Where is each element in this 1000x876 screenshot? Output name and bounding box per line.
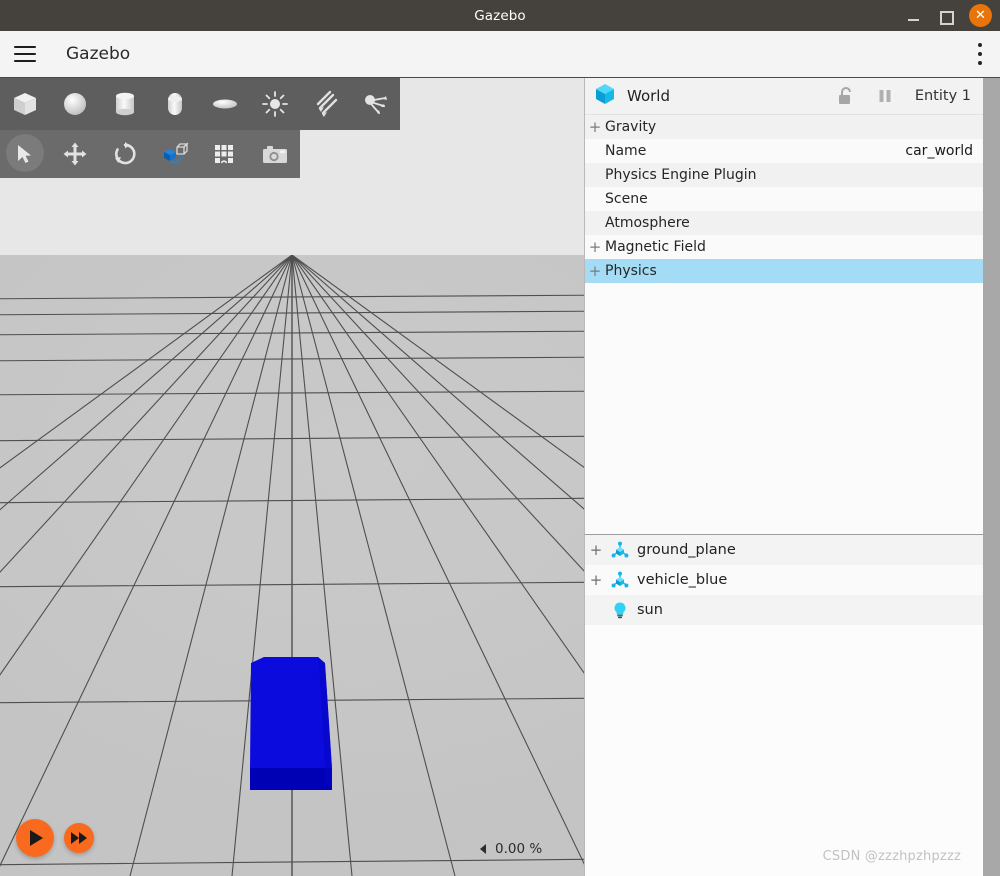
tree-row-ground-plane[interactable]: + ground_plane [585, 535, 983, 565]
expander-icon[interactable]: + [585, 543, 607, 558]
rotate-icon[interactable] [100, 130, 150, 178]
ground-grid [0, 255, 584, 876]
minimize-icon[interactable] [905, 7, 923, 25]
expander-icon[interactable]: + [585, 240, 605, 255]
kebab-menu-icon[interactable] [977, 43, 983, 65]
step-forward-icon-second [79, 832, 87, 844]
transform-control-icon[interactable] [150, 130, 200, 178]
tool-toolbar [0, 130, 300, 178]
pause-icon[interactable] [877, 88, 893, 104]
maximize-icon[interactable] [937, 7, 955, 25]
light-bulb-icon [607, 600, 633, 620]
world-properties-panel: World Entity 1 + Gravity [584, 78, 983, 876]
entity-tree: + ground_plane [585, 535, 983, 625]
select-arrow-icon[interactable] [0, 130, 50, 178]
translate-icon[interactable] [50, 130, 100, 178]
playback-controls [16, 819, 94, 857]
app-title: Gazebo [66, 44, 130, 64]
window-title: Gazebo [474, 8, 526, 24]
model-node-icon [607, 540, 633, 560]
window-controls: ✕ [905, 0, 992, 31]
gazebo-window: Gazebo ✕ Gazebo [0, 0, 1000, 876]
property-label: Magnetic Field [605, 239, 973, 255]
screenshot-camera-icon[interactable] [250, 130, 300, 178]
shape-toolbar [0, 78, 400, 130]
world-panel-header: World Entity 1 [585, 78, 983, 115]
point-light-icon[interactable] [250, 78, 300, 130]
expander-icon[interactable]: + [585, 120, 605, 135]
property-row-physics[interactable]: + Physics [585, 259, 983, 283]
3d-viewport[interactable]: 0.00 % [0, 78, 584, 876]
property-label: Physics Engine Plugin [605, 167, 973, 183]
property-label: Gravity [605, 119, 973, 135]
entity-label: sun [637, 602, 663, 618]
world-panel-title: World [627, 87, 670, 105]
app-header: Gazebo [0, 31, 1000, 78]
property-row-atmosphere[interactable]: Atmosphere [585, 211, 983, 235]
property-list-empty-space [585, 283, 983, 534]
property-label: Atmosphere [605, 215, 973, 231]
window-titlebar: Gazebo ✕ [0, 0, 1000, 31]
sphere-icon[interactable] [50, 78, 100, 130]
property-label: Physics [605, 263, 973, 279]
property-value: car_world [905, 143, 973, 159]
entity-label: vehicle_blue [637, 572, 727, 588]
property-row-scene[interactable]: Scene [585, 187, 983, 211]
cylinder-icon[interactable] [100, 78, 150, 130]
entity-label: ground_plane [637, 542, 736, 558]
property-row-gravity[interactable]: + Gravity [585, 115, 983, 139]
directional-light-icon[interactable] [300, 78, 350, 130]
ellipsoid-icon[interactable] [200, 78, 250, 130]
play-icon [30, 830, 43, 846]
spot-light-icon[interactable] [350, 78, 400, 130]
box-icon[interactable] [0, 78, 50, 130]
expander-icon[interactable]: + [585, 573, 607, 588]
world-cube-icon [593, 82, 617, 110]
property-label: Scene [605, 191, 973, 207]
model-node-icon [607, 570, 633, 590]
property-row-name[interactable]: Name car_world [585, 139, 983, 163]
step-forward-icon [71, 832, 79, 844]
tree-row-sun[interactable]: sun [585, 595, 983, 625]
property-label: Name [605, 143, 905, 159]
property-row-physics-engine-plugin[interactable]: Physics Engine Plugin [585, 163, 983, 187]
grid-icon[interactable] [200, 130, 250, 178]
entity-tree-empty-space: CSDN @zzzhpzhpzzz [585, 625, 983, 876]
step-forward-button[interactable] [64, 823, 94, 853]
world-property-list: + Gravity Name car_world Physics Engine … [585, 115, 983, 283]
hamburger-menu-icon[interactable] [12, 44, 38, 64]
entity-count-label: Entity 1 [915, 88, 971, 104]
tree-row-vehicle-blue[interactable]: + vehicle_blue [585, 565, 983, 595]
play-button[interactable] [16, 819, 54, 857]
capsule-icon[interactable] [150, 78, 200, 130]
unlock-icon[interactable] [837, 86, 855, 106]
progress-value: 0.00 % [495, 841, 542, 857]
close-icon[interactable]: ✕ [969, 4, 992, 27]
watermark-text: CSDN @zzzhpzhpzzz [823, 849, 961, 864]
panel-scrollbar[interactable] [983, 78, 1000, 876]
expander-icon[interactable]: + [585, 264, 605, 279]
property-row-magnetic-field[interactable]: + Magnetic Field [585, 235, 983, 259]
chevron-left-icon[interactable] [480, 844, 486, 854]
progress-readout: 0.00 % [480, 841, 542, 857]
